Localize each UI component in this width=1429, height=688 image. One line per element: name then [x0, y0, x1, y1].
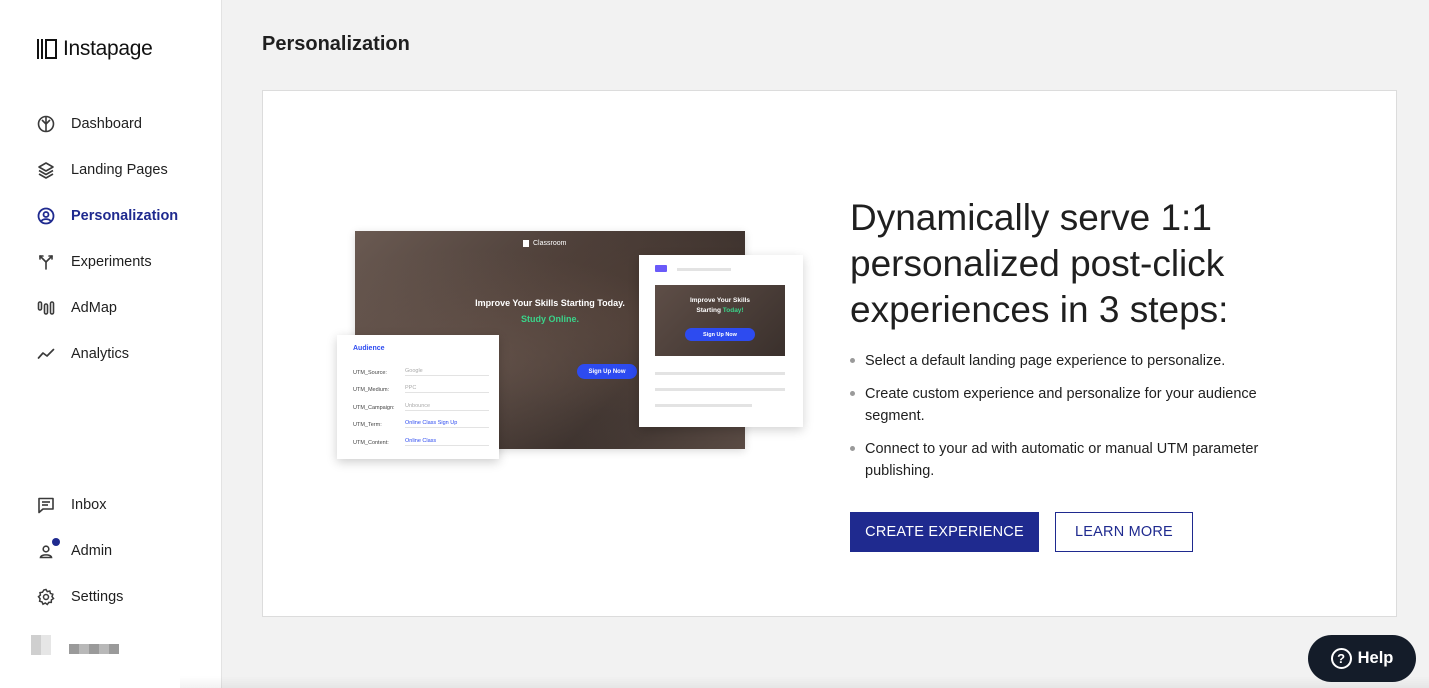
- form-row-key: UTM_Campaign:: [353, 404, 395, 411]
- sidebar-item-experiments[interactable]: Experiments: [0, 239, 222, 285]
- illustration-audience-form: Audience UTM_Source: Google UTM_Medium: …: [337, 335, 499, 459]
- form-row: UTM_Source: Google: [353, 358, 489, 376]
- sidebar-item-admap[interactable]: AdMap: [0, 285, 222, 331]
- mini-headline: Improve Your Skills Starting Today!: [655, 296, 785, 316]
- sidebar-item-label: Inbox: [71, 497, 107, 513]
- hero-signup-button: Sign Up Now: [577, 364, 637, 379]
- sidebar-item-label: Dashboard: [71, 116, 142, 132]
- page-bottom-shadow: [180, 676, 1429, 688]
- user-name-redacted: [69, 644, 119, 654]
- create-experience-button[interactable]: CREATE EXPERIENCE: [850, 512, 1039, 552]
- step-item: Create custom experience and personalize…: [850, 383, 1290, 427]
- dashboard-icon: [36, 114, 56, 134]
- gear-icon: [36, 587, 56, 607]
- learn-more-button[interactable]: LEARN MORE: [1055, 512, 1193, 552]
- mini-placeholder-line: [655, 388, 785, 391]
- illustration-mini-page: Improve Your Skills Starting Today! Sign…: [639, 255, 803, 427]
- personalization-empty-state-card: Classroom Improve Your Skills Starting T…: [262, 90, 1397, 617]
- user-circle-icon: [36, 206, 56, 226]
- user-profile[interactable]: [31, 635, 119, 655]
- form-row: UTM_Campaign: Unbounce: [353, 393, 489, 411]
- empty-state-headline: Dynamically serve 1:1 personalized post-…: [850, 197, 1229, 330]
- mini-signup-button: Sign Up Now: [685, 328, 755, 341]
- sidebar-nav-primary: Dashboard Landing Pages Personalization …: [0, 101, 222, 377]
- mini-hero: Improve Your Skills Starting Today! Sign…: [655, 285, 785, 356]
- mini-headline-line2: Starting: [696, 307, 721, 314]
- sidebar-item-settings[interactable]: Settings: [0, 574, 222, 620]
- help-icon: ?: [1330, 648, 1352, 669]
- sidebar-item-personalization[interactable]: Personalization: [0, 193, 222, 239]
- chat-icon: [36, 495, 56, 515]
- sidebar: Instapage Dashboard Landing Pages Person…: [0, 0, 222, 688]
- avatar: [31, 635, 51, 655]
- steps-list: Select a default landing page experience…: [850, 350, 1290, 493]
- form-row: UTM_Content: Online Class: [353, 428, 489, 446]
- mini-placeholder-line: [655, 372, 785, 375]
- form-row-value: PPC: [405, 385, 489, 393]
- help-label: Help: [1357, 649, 1394, 667]
- step-item: Select a default landing page experience…: [850, 350, 1290, 372]
- trend-icon: [36, 344, 56, 364]
- brand-name: Instapage: [63, 37, 153, 60]
- sidebar-item-label: AdMap: [71, 300, 117, 316]
- page-title: Personalization: [262, 33, 410, 55]
- mini-tag: [655, 265, 667, 272]
- form-row: UTM_Medium: PPC: [353, 376, 489, 393]
- step-item: Connect to your ad with automatic or man…: [850, 438, 1290, 482]
- form-row-key: UTM_Term:: [353, 422, 382, 428]
- notification-dot: [52, 538, 60, 546]
- hero-brand: Classroom: [523, 240, 566, 247]
- form-row-key: UTM_Medium:: [353, 387, 390, 393]
- brand-logo[interactable]: Instapage: [36, 37, 153, 61]
- mini-headline-accent: Today!: [722, 307, 744, 314]
- book-icon: [523, 240, 529, 247]
- sidebar-item-label: Experiments: [71, 254, 152, 270]
- layers-icon: [36, 160, 56, 180]
- hero-brand-label: Classroom: [533, 240, 567, 247]
- personalization-illustration: Classroom Improve Your Skills Starting T…: [335, 231, 805, 466]
- mini-placeholder-line: [655, 404, 752, 407]
- split-icon: [36, 252, 56, 272]
- sidebar-item-label: Personalization: [71, 208, 179, 224]
- sidebar-nav-secondary: Inbox Admin Settings: [0, 482, 222, 620]
- form-row-key: UTM_Content:: [353, 439, 389, 446]
- help-button[interactable]: ? Help: [1308, 635, 1416, 682]
- sidebar-item-label: Settings: [71, 589, 124, 605]
- form-row-value: Unbounce: [405, 403, 489, 411]
- form-row-value: Online Class: [405, 438, 489, 446]
- form-row: UTM_Term: Online Class Sign Up: [353, 411, 489, 428]
- form-title: Audience: [353, 345, 385, 352]
- sidebar-item-label: Analytics: [71, 346, 130, 362]
- sidebar-item-label: Landing Pages: [71, 162, 168, 178]
- sidebar-item-label: Admin: [71, 543, 113, 559]
- sidebar-item-admin[interactable]: Admin: [0, 528, 222, 574]
- admap-icon: [36, 298, 56, 318]
- instapage-logo-icon: [37, 39, 57, 59]
- mini-headline-line1: Improve Your Skills: [689, 297, 751, 304]
- form-row-value: Online Class Sign Up: [405, 420, 489, 428]
- sidebar-item-analytics[interactable]: Analytics: [0, 331, 222, 377]
- form-row-value: Google: [405, 368, 489, 376]
- sidebar-item-inbox[interactable]: Inbox: [0, 482, 222, 528]
- mini-placeholder-line: [677, 268, 731, 271]
- sidebar-item-landing-pages[interactable]: Landing Pages: [0, 147, 222, 193]
- sidebar-item-dashboard[interactable]: Dashboard: [0, 101, 222, 147]
- form-row-key: UTM_Source:: [353, 369, 387, 376]
